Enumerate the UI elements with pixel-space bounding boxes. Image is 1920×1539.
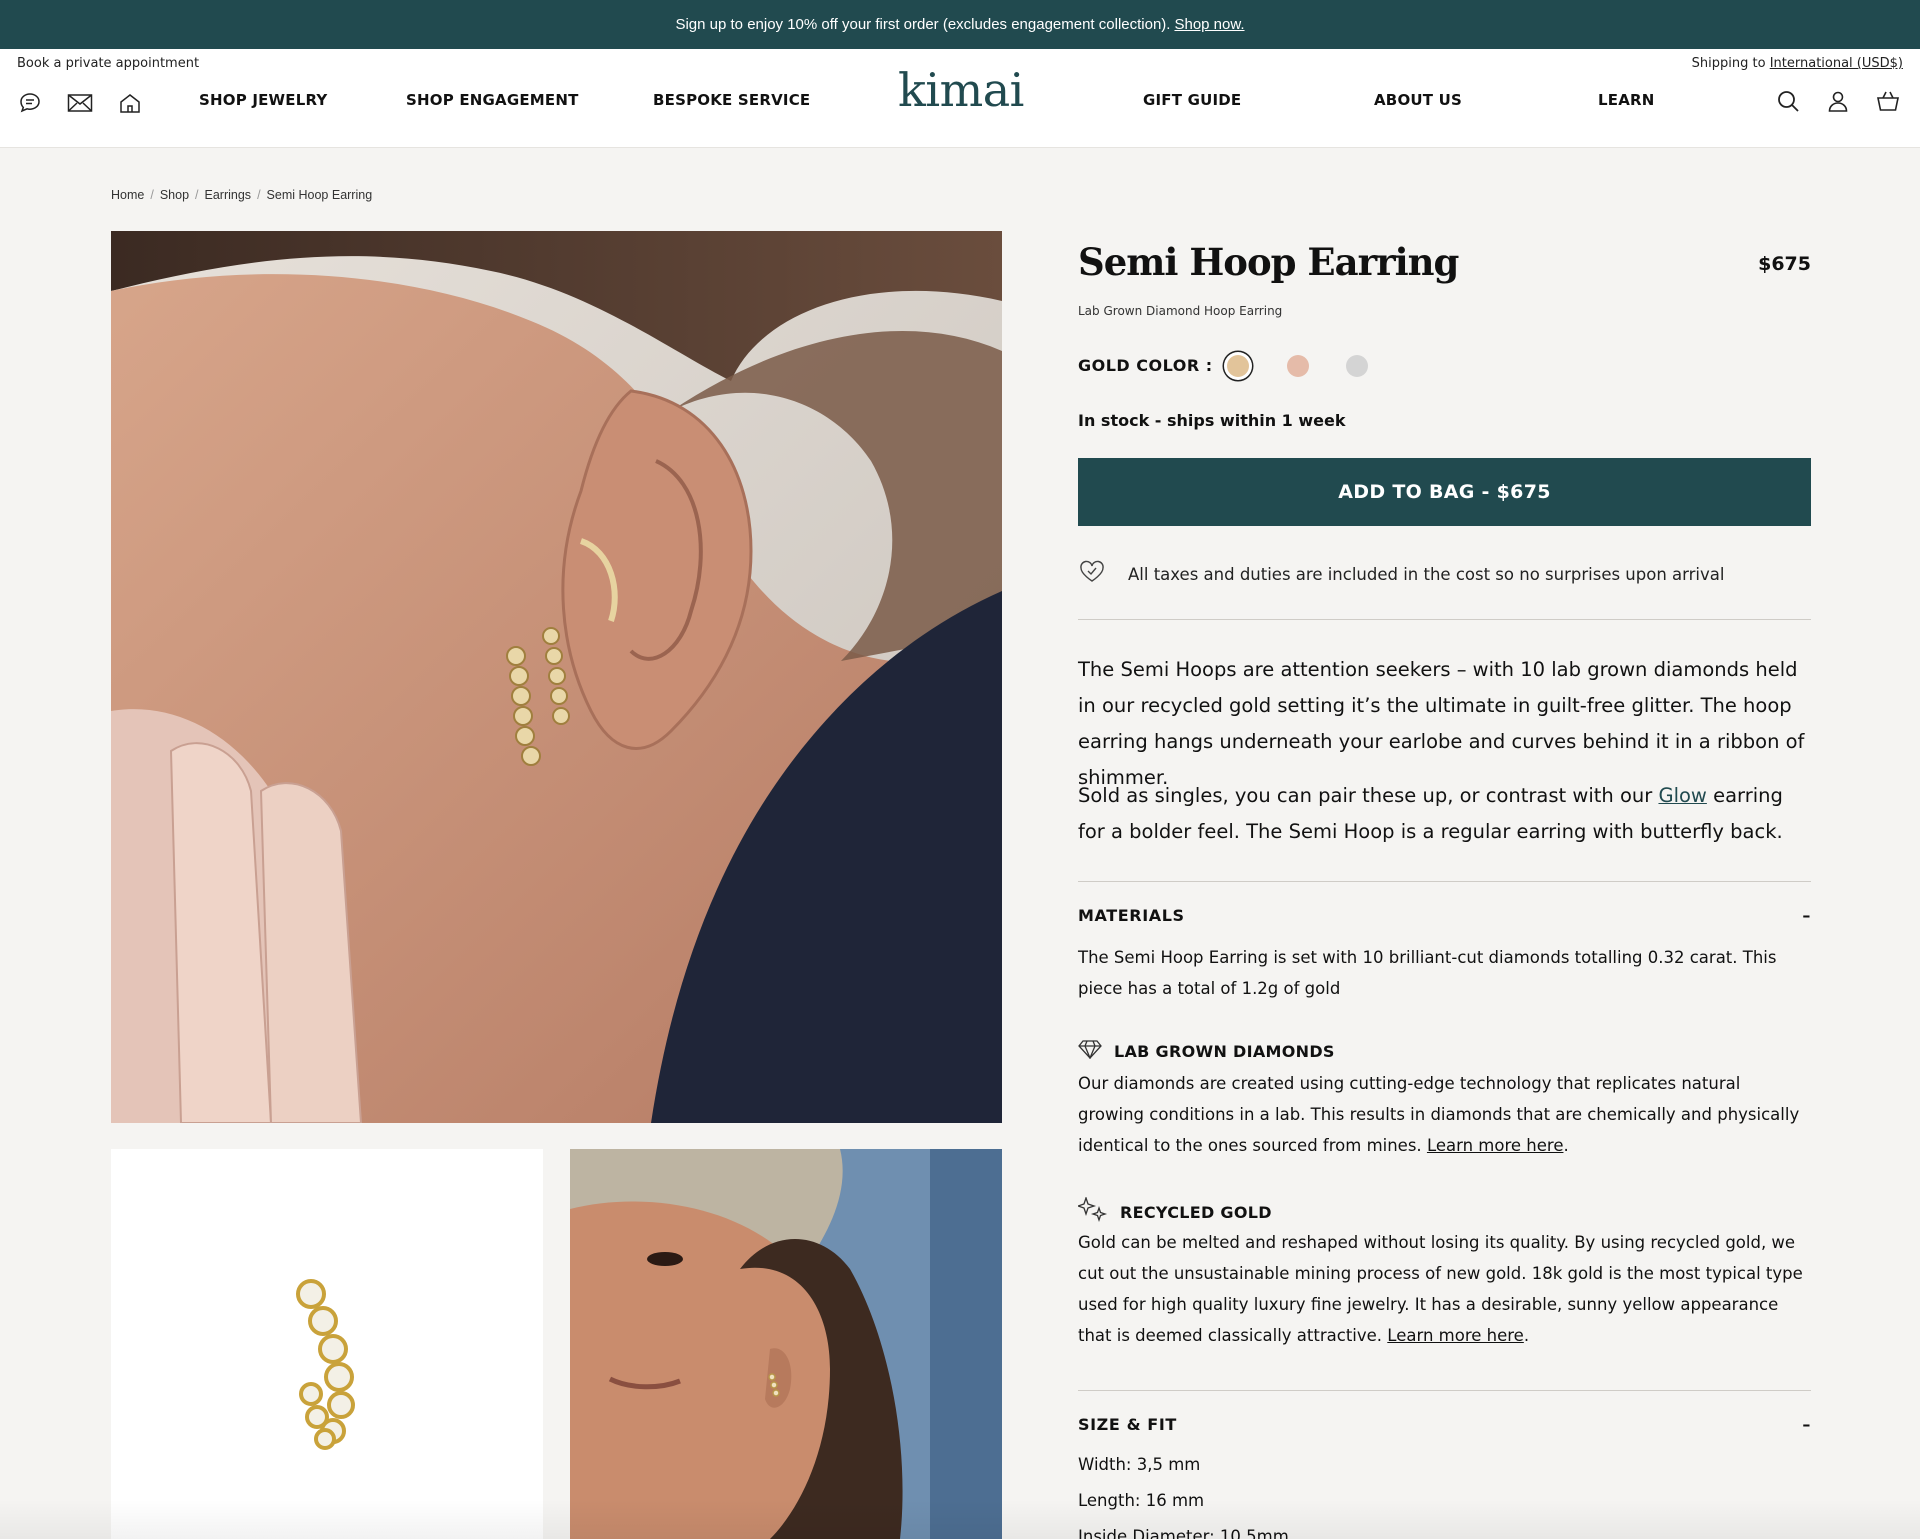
promo-text: Sign up to enjoy 10% off your first orde…	[675, 16, 1171, 33]
bag-icon[interactable]	[1874, 87, 1902, 115]
product-description-2: Sold as singles, you can pair these up, …	[1078, 778, 1811, 850]
recycled-gold-text: Gold can be melted and reshaped without …	[1078, 1227, 1811, 1351]
heart-icon	[1078, 560, 1106, 588]
size-fit-heading: SIZE & FIT	[1078, 1415, 1177, 1434]
breadcrumb-home[interactable]: Home	[111, 188, 144, 202]
nav-gift-guide[interactable]: GIFT GUIDE	[1143, 91, 1241, 109]
collapse-toggle[interactable]: –	[1802, 906, 1811, 925]
divider	[1078, 881, 1811, 882]
materials-text: The Semi Hoop Earring is set with 10 bri…	[1078, 948, 1777, 998]
shipping-label: Shipping to	[1691, 56, 1766, 71]
breadcrumb-separator: /	[195, 188, 199, 202]
header-left-icons	[16, 89, 144, 117]
product-title: Semi Hoop Earring	[1078, 240, 1459, 284]
shipping-selector: Shipping to International (USD$)	[1692, 56, 1903, 71]
breadcrumb-earrings[interactable]: Earrings	[205, 188, 252, 202]
promo-bar: Sign up to enjoy 10% off your first orde…	[0, 0, 1920, 49]
taxes-notice: All taxes and duties are included in the…	[1078, 560, 1724, 588]
diamond-icon	[1078, 1039, 1102, 1063]
product-thumbnail-studio[interactable]	[111, 1149, 543, 1539]
breadcrumb-current: Semi Hoop Earring	[266, 188, 373, 202]
stock-status: In stock - ships within 1 week	[1078, 411, 1346, 430]
collapse-toggle[interactable]: –	[1802, 1415, 1811, 1434]
swatch-white-gold[interactable]	[1346, 355, 1368, 377]
lab-grown-diamonds-text: Our diamonds are created using cutting-e…	[1078, 1068, 1811, 1161]
earring-studio-photo	[111, 1149, 543, 1539]
brand-logo[interactable]: kimai	[898, 63, 1024, 117]
divider	[1078, 619, 1811, 620]
breadcrumb-shop[interactable]: Shop	[160, 188, 189, 202]
promo-shop-now-link[interactable]: Shop now.	[1174, 16, 1244, 33]
product-thumbnail-model[interactable]	[570, 1149, 1002, 1539]
period: .	[1523, 1326, 1530, 1345]
model-ear-photo	[111, 231, 1002, 1123]
home-icon[interactable]	[116, 89, 144, 117]
gold-color-label: GOLD COLOR :	[1078, 356, 1213, 375]
size-width: Width: 3,5 mm	[1078, 1455, 1201, 1474]
lab-heading-label: LAB GROWN DIAMONDS	[1114, 1041, 1335, 1061]
product-subtitle: Lab Grown Diamond Hoop Earring	[1078, 304, 1283, 318]
search-icon[interactable]	[1774, 87, 1802, 115]
divider	[1078, 1390, 1811, 1391]
nav-about-us[interactable]: ABOUT US	[1374, 91, 1462, 109]
account-icon[interactable]	[1824, 87, 1852, 115]
breadcrumb-separator: /	[150, 188, 154, 202]
breadcrumb: Home / Shop / Earrings / Semi Hoop Earri…	[111, 188, 372, 202]
swatch-yellow-gold[interactable]	[1227, 355, 1249, 377]
recycled-gold-heading: RECYCLED GOLD	[1075, 1195, 1272, 1227]
private-appointment-link[interactable]: Book a private appointment	[17, 56, 199, 71]
size-length: Length: 16 mm	[1078, 1491, 1205, 1510]
glow-earring-link[interactable]: Glow	[1658, 784, 1706, 807]
breadcrumb-separator: /	[257, 188, 261, 202]
lab-learn-more-link[interactable]: Learn more here	[1427, 1136, 1564, 1155]
materials-heading: MATERIALS	[1078, 906, 1185, 925]
site-header: Book a private appointment Shipping to I…	[0, 49, 1920, 148]
gold-heading-label: RECYCLED GOLD	[1120, 1202, 1272, 1222]
shipping-region-link[interactable]: International (USD$)	[1770, 56, 1903, 71]
chat-icon[interactable]	[16, 89, 44, 117]
period: .	[1563, 1136, 1569, 1155]
nav-bespoke-service[interactable]: BESPOKE SERVICE	[653, 91, 810, 109]
product-description-1: The Semi Hoops are attention seekers – w…	[1078, 658, 1805, 789]
mail-icon[interactable]	[66, 89, 94, 117]
add-to-bag-button[interactable]: ADD TO BAG - $675	[1078, 458, 1811, 526]
gold-learn-more-link[interactable]: Learn more here	[1387, 1326, 1524, 1345]
model-portrait-photo	[570, 1149, 1002, 1539]
sparkle-icon	[1075, 1195, 1108, 1227]
desc2-text-pre: Sold as singles, you can pair these up, …	[1078, 784, 1653, 807]
nav-shop-engagement[interactable]: SHOP ENGAGEMENT	[406, 91, 579, 109]
product-price: $675	[1758, 253, 1811, 275]
swatch-rose-gold[interactable]	[1287, 355, 1309, 377]
nav-learn[interactable]: LEARN	[1598, 91, 1655, 109]
taxes-text: All taxes and duties are included in the…	[1128, 564, 1725, 584]
materials-accordion-header[interactable]: MATERIALS –	[1078, 906, 1811, 925]
size-inside-diameter: Inside Diameter: 10,5mm	[1078, 1527, 1289, 1539]
product-main-image[interactable]	[111, 231, 1002, 1123]
size-fit-accordion-header[interactable]: SIZE & FIT –	[1078, 1415, 1811, 1434]
nav-shop-jewelry[interactable]: SHOP JEWELRY	[199, 91, 328, 109]
header-right-icons	[1774, 87, 1902, 115]
lab-grown-diamonds-heading: LAB GROWN DIAMONDS	[1078, 1039, 1335, 1063]
